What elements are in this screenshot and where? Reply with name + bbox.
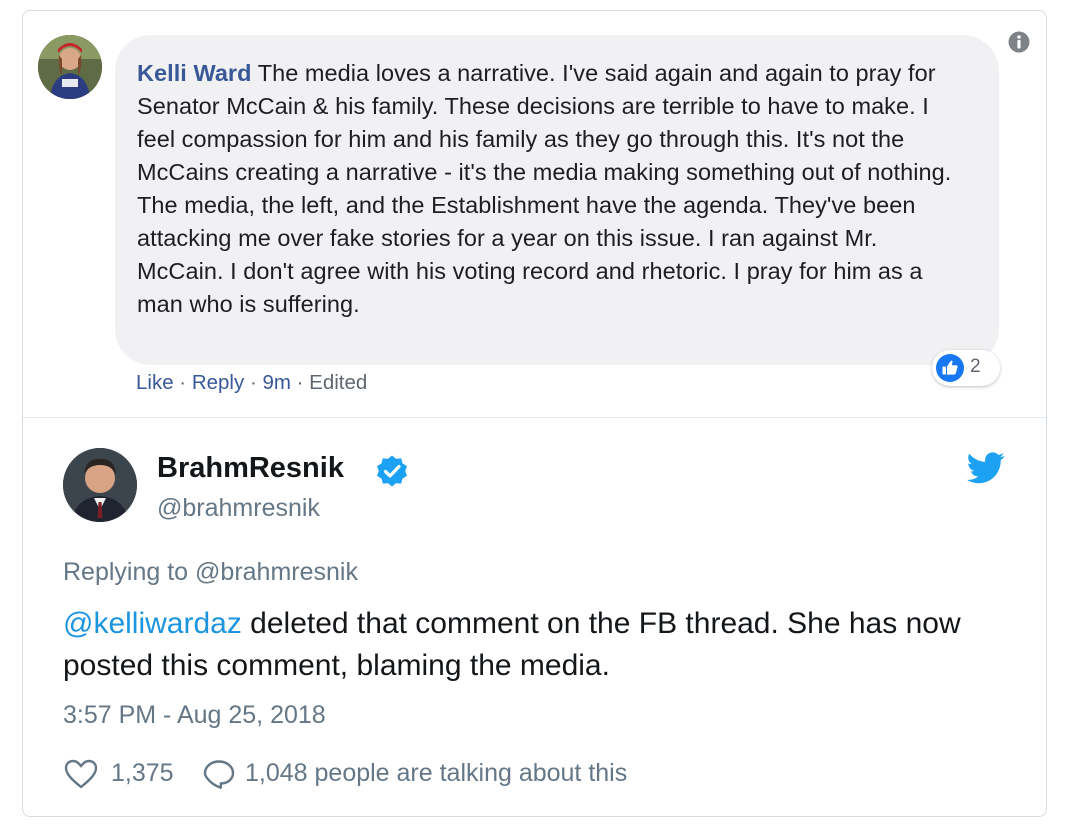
embedded-tweet-card: Kelli Ward The media loves a narrative. … (22, 10, 1047, 817)
separator: · (173, 371, 192, 394)
author-avatar[interactable] (63, 448, 137, 522)
like-count[interactable]: 1,375 (111, 759, 174, 788)
replying-handle-link[interactable]: @brahmresnik (195, 558, 358, 586)
separator: · (244, 371, 263, 394)
author-handle[interactable]: @brahmresnik (157, 494, 320, 523)
replying-prefix: Replying to (63, 558, 196, 586)
twitter-bird-icon[interactable] (967, 452, 1005, 484)
separator: · (290, 371, 310, 394)
commenter-avatar[interactable] (38, 35, 102, 99)
info-icon[interactable] (1008, 31, 1030, 53)
like-reaction-icon (936, 354, 964, 382)
facebook-comment-screenshot: Kelli Ward The media loves a narrative. … (23, 11, 1046, 417)
edited-label[interactable]: Edited (309, 371, 367, 394)
comment-actions: Like · Reply · 9m · Edited (136, 371, 367, 395)
comment-time-link[interactable]: 9m (262, 371, 290, 394)
reaction-summary[interactable]: 2 (932, 350, 1000, 386)
comment-bubble: Kelli Ward The media loves a narrative. … (115, 35, 999, 365)
replying-to-line: Replying to @brahmresnik (63, 558, 358, 587)
mention-link[interactable]: @kelliwardaz (63, 607, 242, 640)
conversation-count-link[interactable]: 1,048 people are talking about this (245, 759, 627, 788)
verified-badge-icon (377, 455, 407, 487)
tweet-text: @kelliwardaz deleted that comment on the… (63, 603, 1003, 687)
like-link[interactable]: Like (136, 371, 174, 394)
reaction-count: 2 (970, 356, 981, 377)
author-display-name[interactable]: BrahmResnik (157, 452, 344, 485)
tweet-timestamp[interactable]: 3:57 PM - Aug 25, 2018 (63, 701, 326, 730)
section-divider (23, 417, 1046, 418)
heart-icon[interactable] (63, 758, 99, 790)
commenter-name[interactable]: Kelli Ward (137, 60, 252, 86)
comment-bubble-icon[interactable] (202, 758, 236, 790)
comment-text: Kelli Ward The media loves a narrative. … (137, 57, 969, 321)
reply-link[interactable]: Reply (192, 371, 244, 394)
comment-body: The media loves a narrative. I've said a… (137, 60, 952, 317)
